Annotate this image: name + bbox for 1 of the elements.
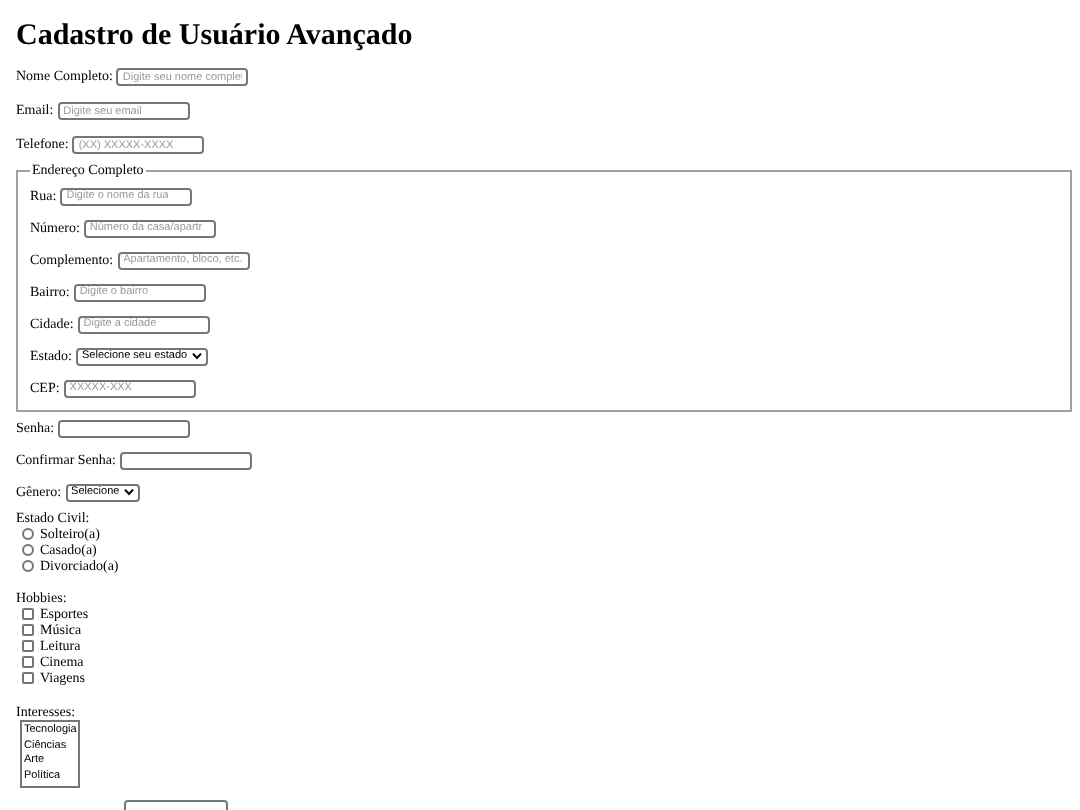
page-title: Cadastro de Usuário Avançado: [16, 20, 415, 54]
